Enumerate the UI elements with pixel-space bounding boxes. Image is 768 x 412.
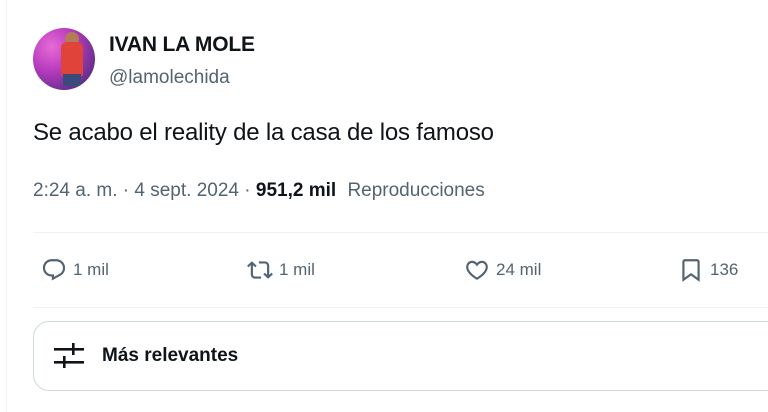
divider-top (33, 232, 768, 233)
divider-bottom (33, 307, 768, 308)
author-names: IVAN LA MOLE @lamolechida (109, 32, 255, 90)
sort-replies-button[interactable]: Más relevantes (33, 321, 768, 391)
views-label: Reproducciones (347, 180, 485, 201)
retweet-icon (247, 261, 273, 279)
avatar-legs (63, 74, 81, 86)
retweet-button[interactable]: 1 mil (247, 250, 315, 290)
tweet-date[interactable]: 4 sept. 2024 (134, 180, 239, 201)
retweet-count: 1 mil (279, 260, 315, 279)
bookmark-button[interactable]: 136 (678, 250, 738, 290)
tweet-header: IVAN LA MOLE @lamolechida (33, 28, 255, 90)
avatar[interactable] (33, 28, 95, 90)
tweet-meta: 2:24 a. m. · 4 sept. 2024 · 951,2 mil Re… (33, 178, 485, 204)
reply-count: 1 mil (73, 260, 109, 279)
meta-separator-2: · (244, 180, 256, 201)
author-handle[interactable]: @lamolechida (109, 66, 255, 90)
views-count: 951,2 mil (255, 180, 337, 201)
tweet-actions: 1 mil 1 mil 24 mil 136 (33, 250, 768, 290)
meta-separator: · (122, 180, 135, 201)
reply-button[interactable]: 1 mil (41, 250, 109, 290)
reply-icon (42, 259, 66, 281)
tweet-card: IVAN LA MOLE @lamolechida Se acabo el re… (0, 0, 768, 412)
author-display-name[interactable]: IVAN LA MOLE (109, 32, 255, 58)
sliders-icon (52, 341, 86, 371)
avatar-body (61, 42, 83, 76)
sort-label: Más relevantes (102, 345, 239, 366)
bookmark-count: 136 (710, 260, 739, 279)
like-button[interactable]: 24 mil (464, 250, 541, 290)
like-count: 24 mil (496, 260, 542, 279)
tweet-time[interactable]: 2:24 a. m. (33, 180, 118, 201)
bookmark-icon (682, 259, 700, 282)
heart-icon (466, 260, 488, 280)
tweet-text: Se acabo el reality de la casa de los fa… (33, 119, 494, 146)
